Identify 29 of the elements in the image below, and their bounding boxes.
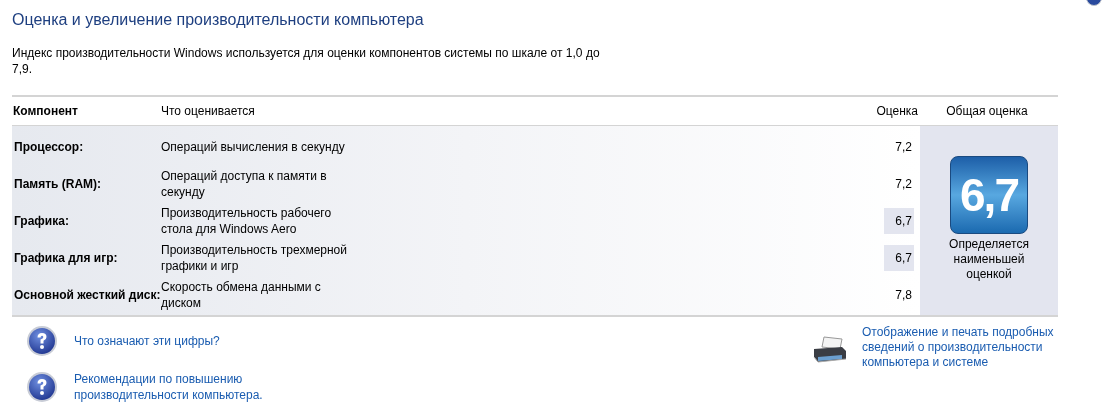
column-header: Общая оценка	[945, 103, 1029, 120]
column-header: Компонент	[12, 103, 79, 120]
component-name: Процессор:	[13, 138, 85, 156]
score: 7,2	[894, 175, 913, 193]
score-badge: 6,7	[950, 156, 1028, 234]
column-header: Оценка	[875, 103, 918, 120]
description: Индекс производительности Windows используется для оценки компонентов системы по шкале от 1,0 до 7,9.	[12, 45, 601, 77]
rated-metric: Скорость обмена данными с диском	[161, 278, 322, 311]
score: 7,2	[894, 138, 913, 156]
page-title: Оценка и увеличение производительности компьютера	[12, 10, 425, 30]
help-link[interactable]: Рекомендации по повышению производительности компьютера.	[74, 371, 294, 403]
help-icon	[26, 371, 58, 403]
print-details-link[interactable]: Отображение и печать подробных сведений о производительности компьютера и системе	[862, 325, 1056, 370]
score: 6,7	[884, 244, 914, 271]
component-name: Память (RAM):	[13, 175, 103, 193]
column-header: Что оценивается	[161, 103, 256, 120]
rated-metric: Производительность трехмерной графики и игр	[161, 241, 348, 274]
overall-caption: Определяется наименьшей оценкой	[948, 237, 1030, 282]
rated-metric: Операций доступа к памяти в секунду	[161, 167, 328, 200]
help-link[interactable]: Что означают эти цифры?	[74, 333, 294, 349]
help-icon	[26, 325, 58, 357]
score: 6,7	[884, 207, 914, 234]
score: 7,8	[894, 286, 913, 304]
printer-icon	[812, 335, 848, 365]
component-name: Графика для игр:	[13, 249, 119, 267]
rated-metric: Производительность рабочего стола для Windows Aero	[161, 204, 333, 237]
component-name: Основной жесткий диск:	[13, 286, 161, 304]
component-name: Графика:	[13, 212, 70, 230]
rated-metric: Операций вычисления в секунду	[161, 138, 346, 155]
